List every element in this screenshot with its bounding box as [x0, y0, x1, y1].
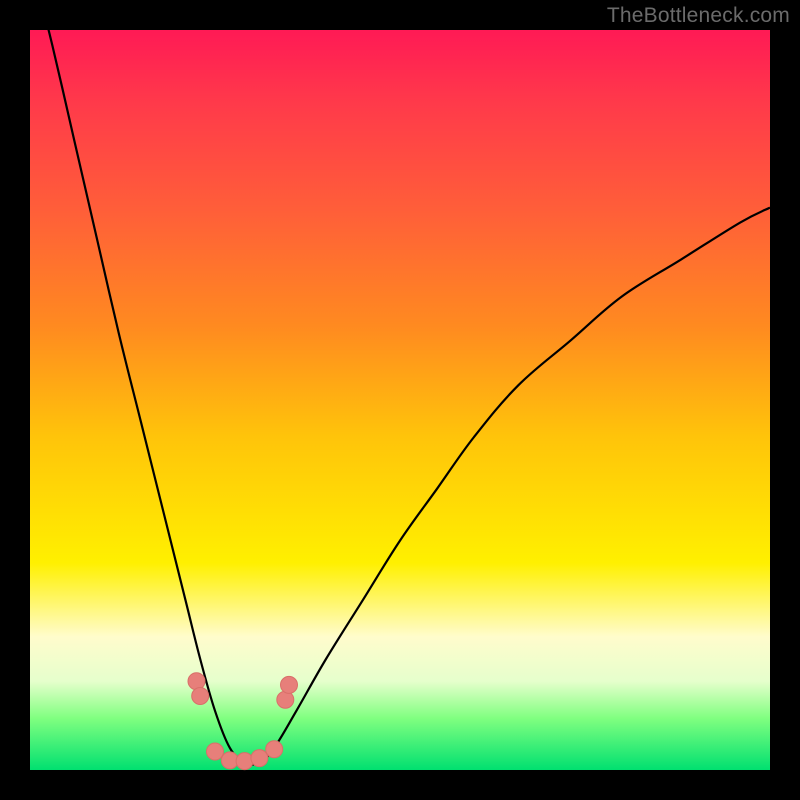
- data-marker: [251, 750, 268, 767]
- watermark-text: TheBottleneck.com: [607, 4, 790, 28]
- data-marker: [277, 691, 294, 708]
- data-marker: [266, 741, 283, 758]
- data-marker: [207, 743, 224, 760]
- data-markers: [188, 673, 298, 770]
- data-marker: [281, 676, 298, 693]
- data-marker: [192, 688, 209, 705]
- data-marker: [188, 673, 205, 690]
- chart-svg: [30, 30, 770, 770]
- data-marker: [236, 753, 253, 770]
- chart-frame: TheBottleneck.com: [0, 0, 800, 800]
- bottleneck-curve: [30, 0, 770, 765]
